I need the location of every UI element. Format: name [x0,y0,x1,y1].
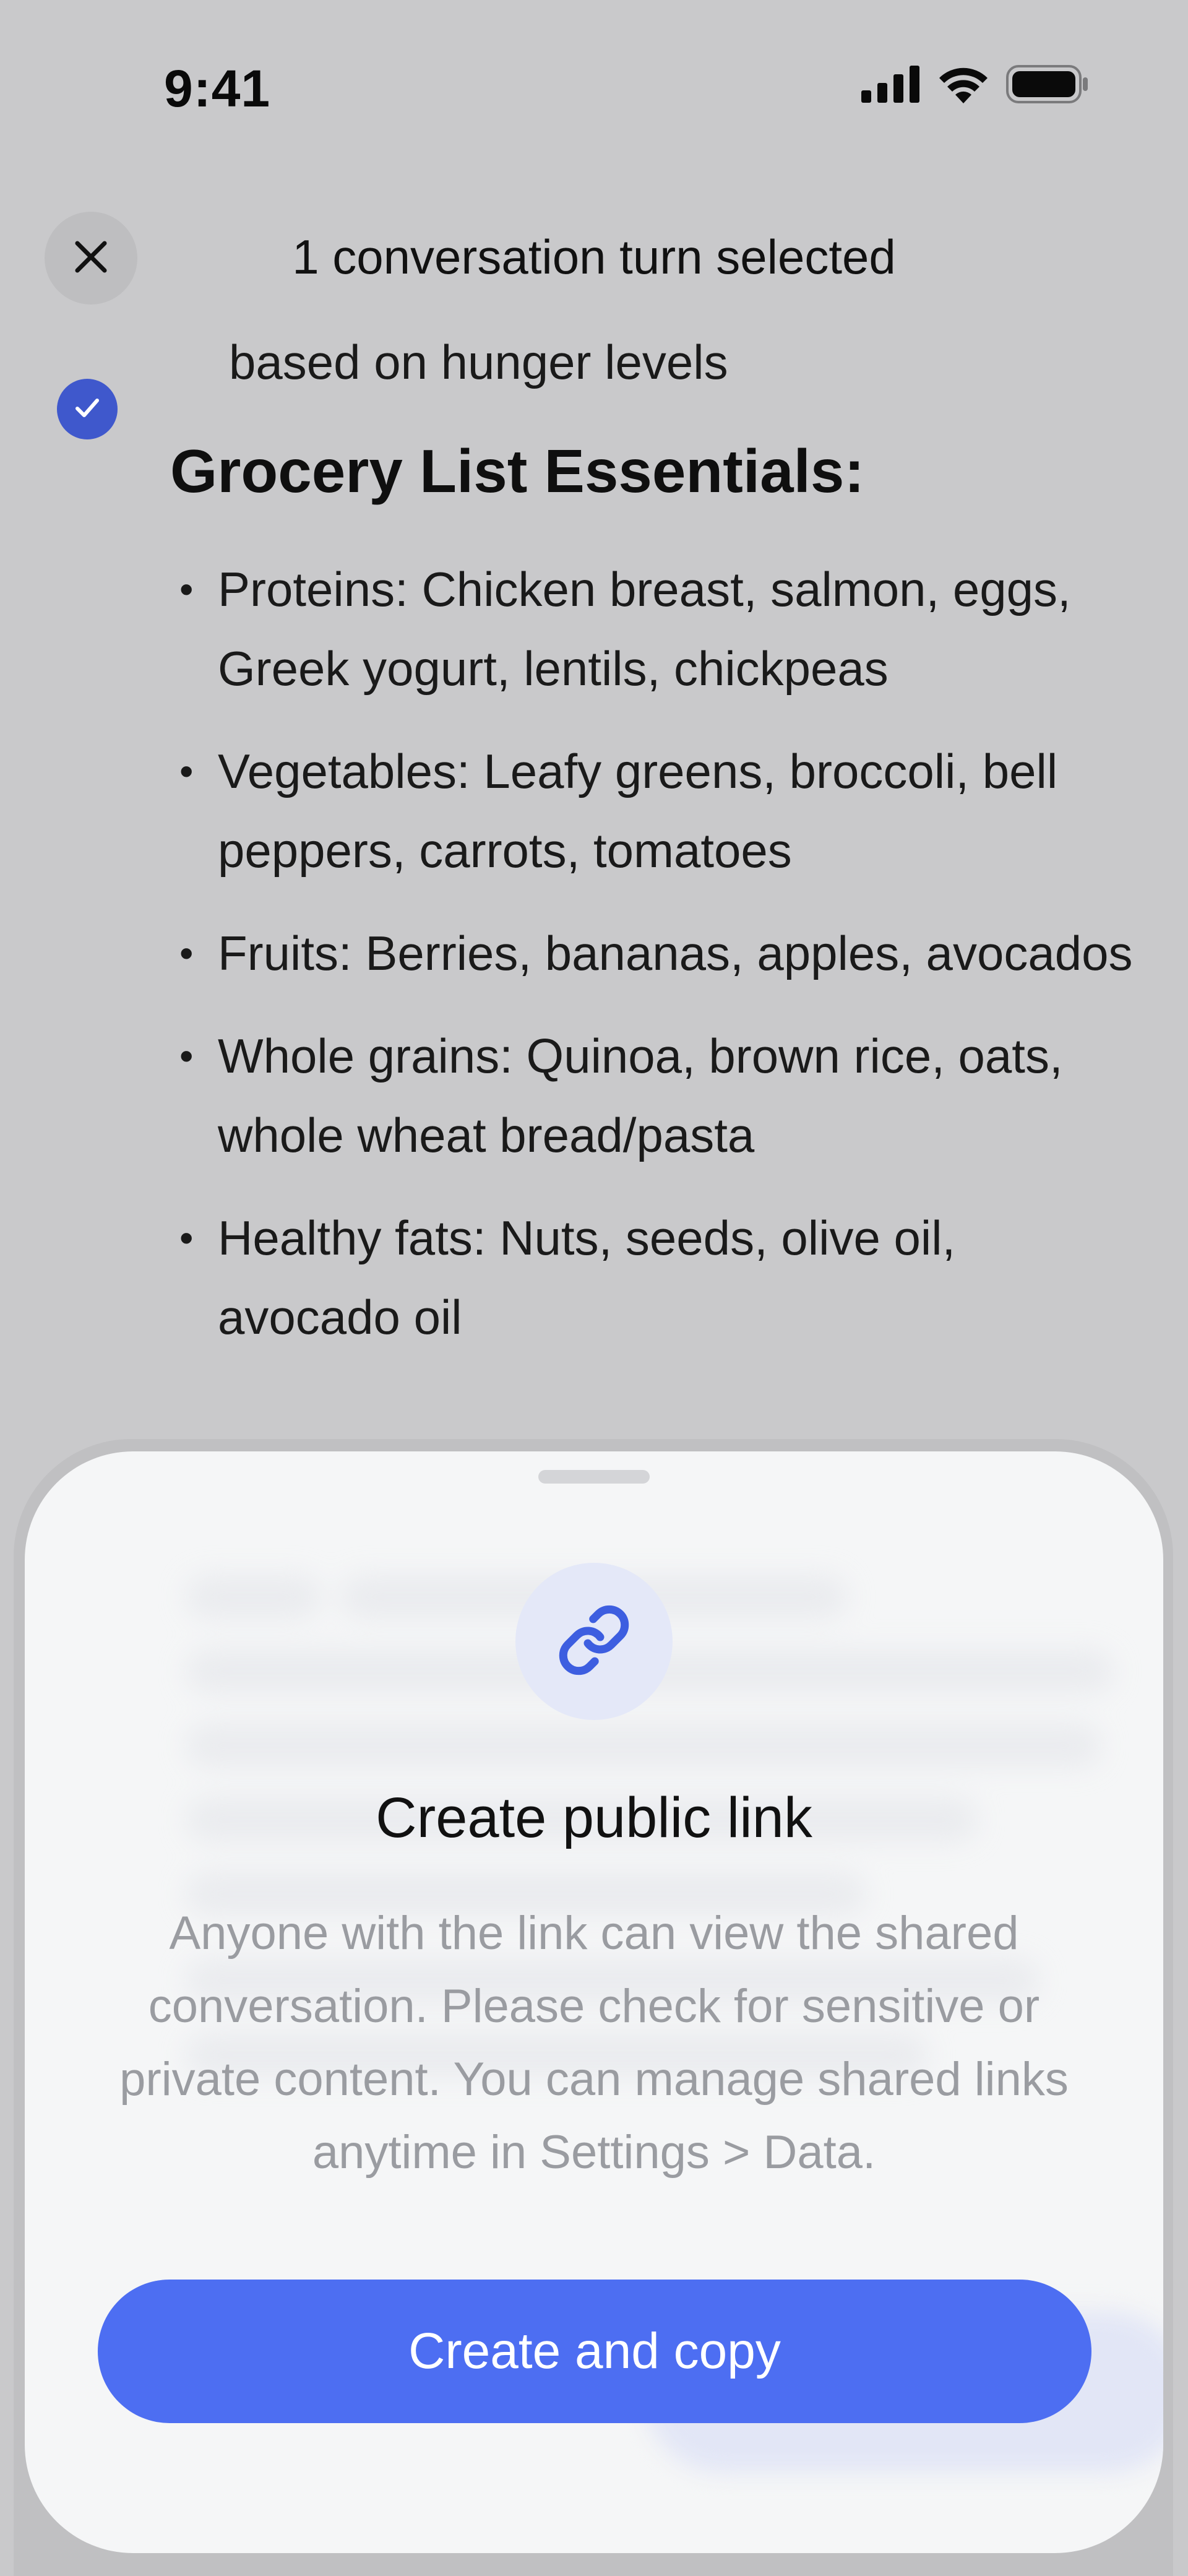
drag-handle[interactable] [538,1470,650,1484]
list-item-text: Whole grains: Quinoa, brown rice, oats, … [218,1029,1063,1162]
list-item-text: Vegetables: Leafy greens, broccoli, bell… [218,744,1058,878]
wifi-icon [937,65,990,106]
checkmark-icon [71,392,103,427]
list-item-text: Healthy fats: Nuts, seeds, olive oil, av… [218,1211,956,1344]
link-icon [557,1603,631,1680]
share-link-sheet: Create public link Anyone with the link … [25,1451,1163,2553]
list-item: • Proteins: Chicken breast, salmon, eggs,… [179,562,1071,696]
battery-icon [1006,65,1089,106]
list-item-text: Fruits: Berries, bananas, apples, avocad… [218,926,1133,980]
selection-header: 1 conversation turn selected [0,204,1188,309]
status-icons [861,65,1089,106]
page-title: 1 conversation turn selected [292,230,896,284]
turn-select-checkbox[interactable] [57,379,118,439]
sheet-title: Create public link [376,1786,812,1849]
list-item: • Whole grains: Quinoa, brown rice, oats,… [179,1029,1063,1162]
message-heading: Grocery List Essentials: [170,437,865,505]
grocery-list: • Proteins: Chicken breast, salmon, eggs,… [170,550,1135,1357]
assistant-message: based on hunger levels Grocery List Esse… [170,325,1135,1380]
list-item: • Healthy fats: Nuts, seeds, olive oil, a… [179,1211,956,1344]
create-and-copy-button[interactable]: Create and copy [98,2280,1091,2423]
cellular-signal-icon [861,66,921,106]
message-partial-line: based on hunger levels [229,335,728,389]
sheet-description: Anyone with the link can view the shared… [119,1907,1069,2179]
status-bar: 9:41 [0,0,1188,173]
list-item: • Fruits: Berries, bananas, apples, avoca… [179,926,1133,980]
status-time: 9:41 [164,59,271,118]
list-item: • Vegetables: Leafy greens, broccoli, bel… [179,744,1058,878]
link-icon-badge [515,1563,673,1720]
list-item-text: Proteins: Chicken breast, salmon, eggs, … [218,562,1071,696]
